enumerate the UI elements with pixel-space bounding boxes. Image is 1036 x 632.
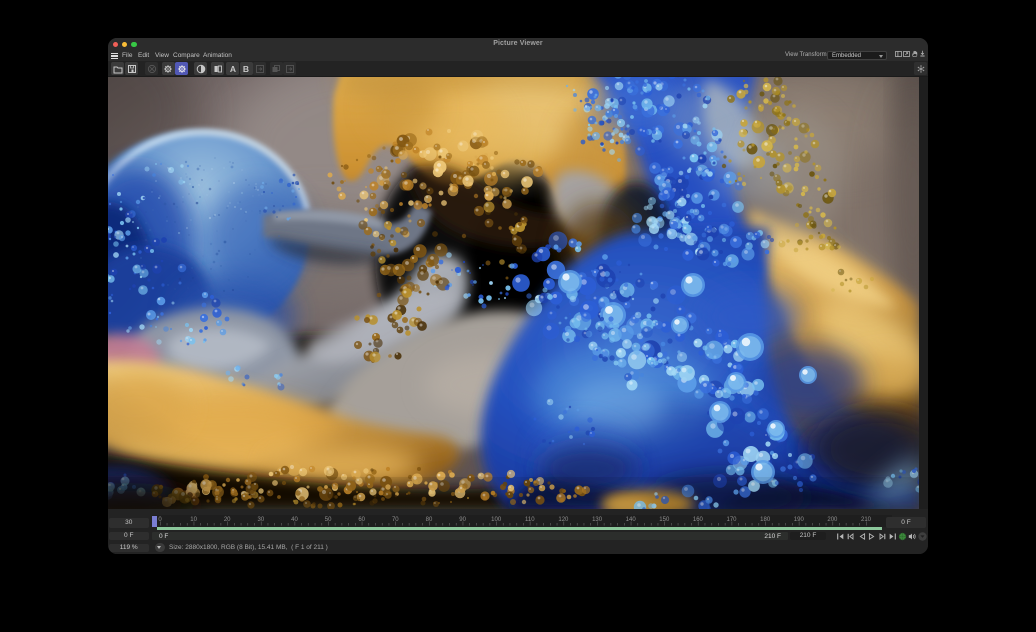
svg-text:A: A — [229, 64, 235, 74]
svg-text:B: B — [243, 64, 249, 74]
